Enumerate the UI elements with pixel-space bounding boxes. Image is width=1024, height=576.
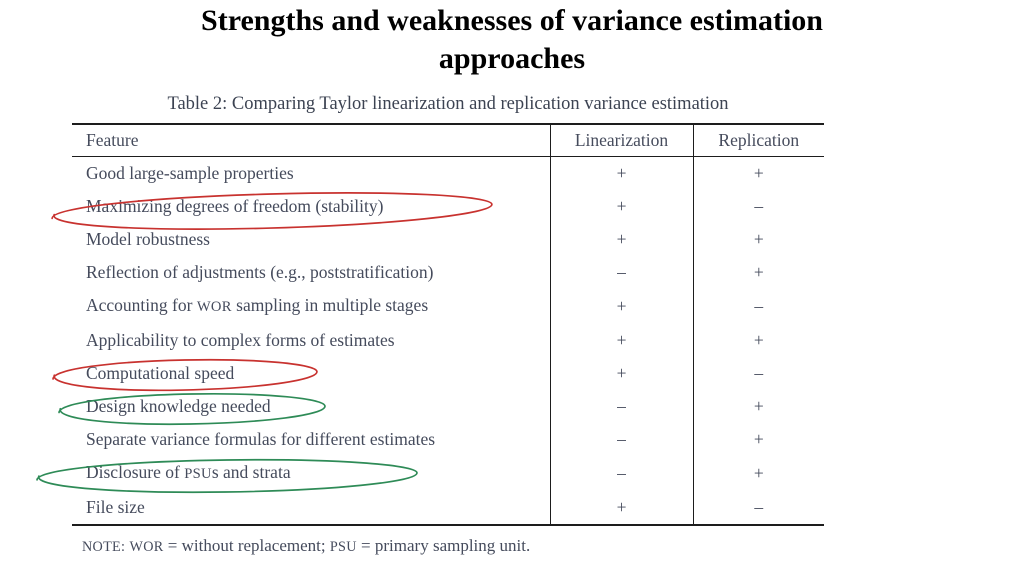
table-cell-linearization: + (549, 289, 693, 324)
table-cell-linearization: + (549, 491, 693, 526)
table-cell-feature: Separate variance formulas for different… (86, 429, 436, 449)
page-title-line-2: approaches (438, 42, 586, 75)
table-cell-replication: + (692, 156, 824, 190)
table-note: NOTE: WOR = without replacement; PSU = p… (72, 526, 824, 558)
table-body: Good large-sample properties + + Maximizing… (72, 156, 824, 526)
table-cell-replication: + (692, 456, 824, 491)
table-caption: Table 2: Comparing Taylor linearization … (167, 94, 729, 114)
table-cell-linearization: – (549, 456, 693, 491)
table-row: Disclosure of PSUs and strata – + (72, 456, 824, 491)
table-header: Feature Linearization Replication (72, 123, 824, 157)
table-note-text-2: = primary sampling unit. (356, 536, 531, 555)
table-cell-feature: Applicability to complex forms of estima… (86, 330, 395, 350)
column-header-replication: Replication (692, 123, 824, 157)
table-note-abbr-wor: WOR (129, 539, 164, 555)
table-row: Maximizing degrees of freedom (stability… (72, 190, 824, 223)
table-note-text-1: = without replacement; (163, 536, 330, 555)
page-title-line-1: Strengths and weaknesses of variance est… (201, 4, 823, 37)
table-figure: Table 2: Comparing Taylor linearization … (72, 92, 824, 558)
table-row: Model robustness + + (72, 223, 824, 256)
table-cell-linearization: – (549, 390, 693, 423)
table-cell-linearization: + (549, 156, 693, 190)
page-title: Strengths and weaknesses of variance est… (0, 2, 1024, 78)
table-cell-linearization: + (549, 324, 693, 357)
table-row: Design knowledge needed – + (72, 390, 824, 423)
table-cell-replication: – (692, 289, 824, 324)
table-row: Applicability to complex forms of estima… (72, 324, 824, 357)
table-cell-replication: + (692, 256, 824, 289)
table-cell-feature: Maximizing degrees of freedom (stability… (86, 196, 384, 216)
table-cell-linearization: – (549, 256, 693, 289)
table-row: Reflection of adjustments (e.g., poststr… (72, 256, 824, 289)
feature-text-pre: Disclosure of (86, 462, 185, 482)
table-cell-linearization: + (549, 357, 693, 390)
table-row: File size + – (72, 491, 824, 526)
table-cell-feature: Model robustness (86, 229, 210, 249)
table-cell-feature: Design knowledge needed (86, 396, 271, 416)
table-cell-replication: + (692, 324, 824, 357)
table-note-label: NOTE: (82, 539, 126, 555)
table-cell-replication: – (692, 190, 824, 223)
table-cell-replication: + (692, 390, 824, 423)
feature-abbreviation: WOR (196, 299, 232, 315)
table-cell-feature: Good large-sample properties (86, 163, 294, 183)
table-cell-feature: Disclosure of PSUs and strata (72, 456, 550, 491)
feature-abbreviation: PSU (184, 466, 212, 482)
table-cell-linearization: + (549, 190, 693, 223)
table-cell-feature: File size (72, 491, 550, 526)
comparison-table: Feature Linearization Replication Good l… (72, 123, 824, 526)
table-cell-feature: Computational speed (86, 363, 235, 383)
table-cell-feature: Accounting for WOR sampling in multiple … (72, 289, 550, 324)
feature-text-post: sampling in multiple stages (231, 295, 429, 315)
table-row: Computational speed + – (72, 357, 824, 390)
table-cell-replication: + (692, 223, 824, 256)
table-cell-feature: Reflection of adjustments (e.g., poststr… (86, 262, 434, 282)
table-row: Good large-sample properties + + (72, 156, 824, 190)
table-note-abbr-psu: PSU (329, 539, 357, 555)
table-cell-replication: – (692, 357, 824, 390)
column-header-linearization: Linearization (549, 123, 693, 157)
table-row: Accounting for WOR sampling in multiple … (72, 289, 824, 324)
table-cell-linearization: + (549, 223, 693, 256)
table-header-row: Feature Linearization Replication (72, 123, 824, 157)
table-cell-linearization: – (549, 423, 693, 456)
column-header-feature: Feature (72, 123, 550, 157)
table-cell-replication: + (692, 423, 824, 456)
feature-text-pre: Accounting for (86, 295, 197, 315)
table-cell-replication: – (692, 491, 824, 526)
feature-text-post: s and strata (211, 462, 291, 482)
table-row: Separate variance formulas for different… (72, 423, 824, 456)
